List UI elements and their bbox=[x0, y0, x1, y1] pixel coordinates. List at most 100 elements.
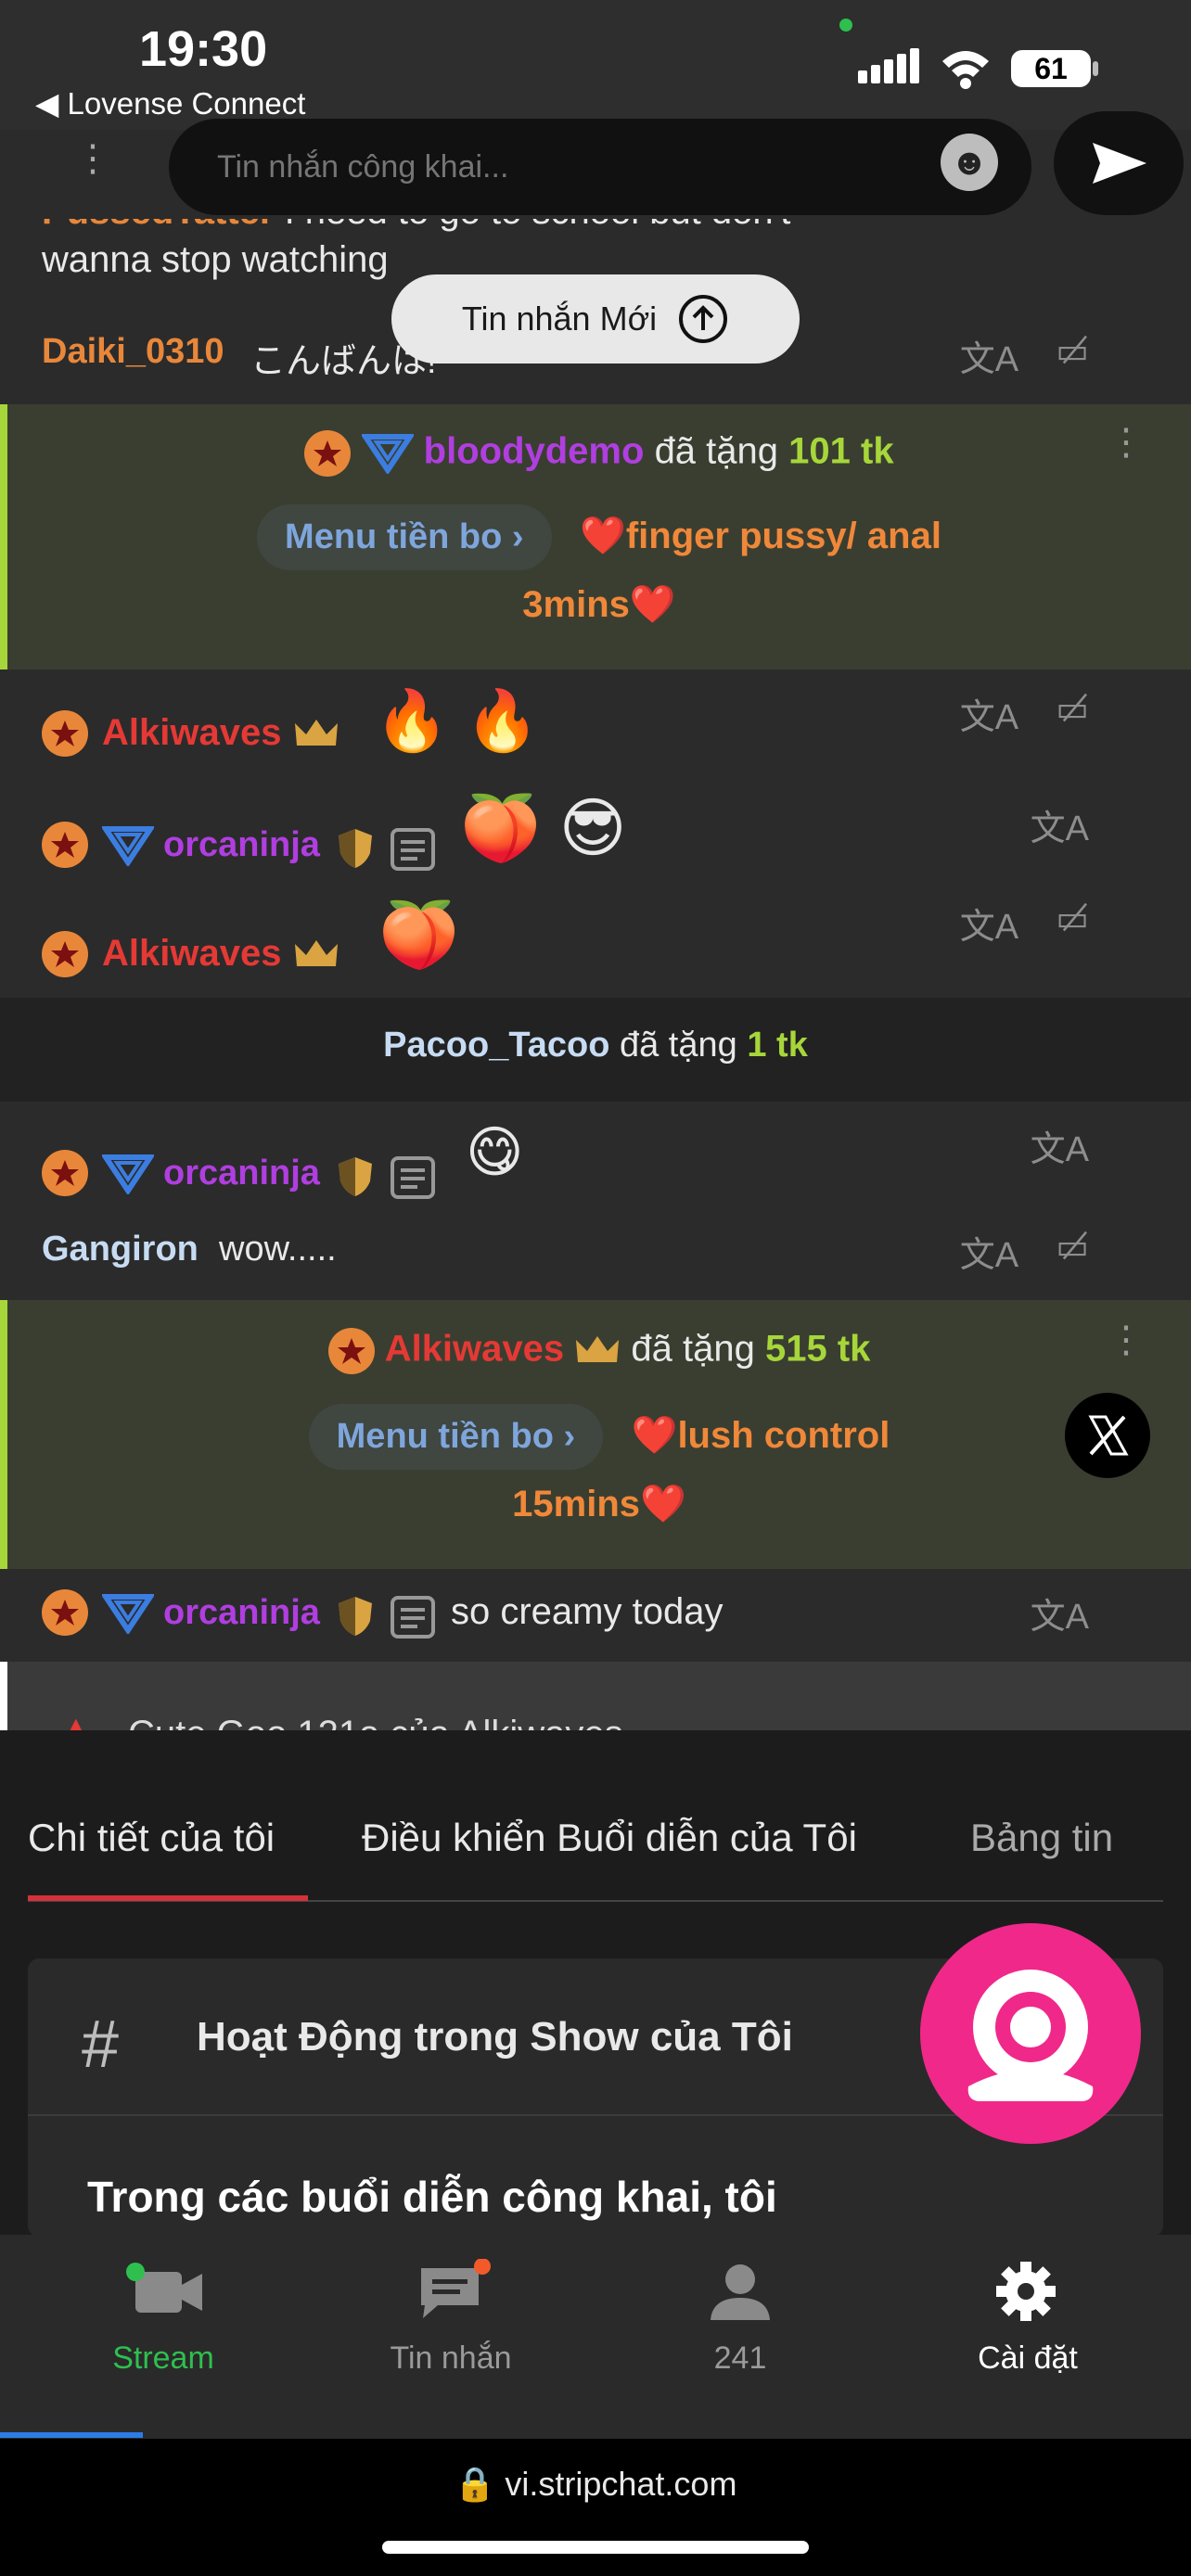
card-title: Hoạt Động trong Show của Tôi bbox=[197, 2014, 793, 2060]
username[interactable]: orcaninja bbox=[163, 1593, 320, 1633]
chevron-right-icon: › bbox=[511, 517, 524, 556]
translate-icon[interactable]: 文A bbox=[960, 898, 1018, 949]
tip-amount: 1 tk bbox=[747, 1026, 808, 1065]
tip-verb: đã tặng bbox=[631, 1328, 755, 1370]
chat-message: orcaninja so creamy today 文A bbox=[0, 1569, 1191, 1658]
message-actions: 文A bbox=[1031, 1120, 1089, 1171]
tip-item-duration: 15mins❤️ bbox=[512, 1484, 686, 1524]
wifi-icon bbox=[942, 51, 989, 89]
nav-stream-label: Stream bbox=[112, 2340, 214, 2376]
message-more-button[interactable]: ⋮ bbox=[1108, 421, 1145, 464]
webcam-icon bbox=[967, 1970, 1094, 2101]
crown-icon bbox=[576, 1336, 620, 1362]
translate-icon[interactable]: 文A bbox=[960, 688, 1018, 739]
tip-menu-button[interactable]: Menu tiền bo › bbox=[257, 504, 552, 570]
chat-icon bbox=[421, 2258, 491, 2318]
note-icon bbox=[391, 828, 435, 871]
tip-verb: đã tặng bbox=[654, 430, 779, 472]
tip-verb: đã tặng bbox=[619, 1026, 737, 1065]
chat-message: Alkiwaves 🔥 🔥 文A ▭̸ bbox=[0, 670, 1191, 781]
address-bar[interactable]: 🔒 vi.stripchat.com bbox=[0, 2465, 1191, 2504]
tab-my-details[interactable]: Chi tiết của tôi bbox=[28, 1816, 275, 1860]
crown-icon bbox=[295, 940, 338, 966]
message-emoji: 😋 bbox=[466, 1121, 524, 1183]
username[interactable]: orcaninja bbox=[163, 825, 320, 865]
username[interactable]: PussedTatter bbox=[42, 219, 274, 232]
tip-menu-label: Menu tiền bo bbox=[336, 1417, 554, 1456]
hide-message-icon[interactable]: ▭̸ bbox=[1056, 898, 1089, 949]
username[interactable]: Alkiwaves bbox=[385, 1329, 564, 1370]
nav-messages[interactable] bbox=[358, 2258, 544, 2328]
star-badge-icon bbox=[42, 710, 88, 757]
lock-icon: 🔒 bbox=[454, 2465, 496, 2503]
hash-icon: # bbox=[82, 2008, 120, 2082]
username[interactable]: Gangiron bbox=[42, 1230, 198, 1269]
translate-icon[interactable]: 文A bbox=[960, 1226, 1018, 1277]
username[interactable]: Pacoo_Tacoo bbox=[383, 1026, 609, 1065]
public-message-input[interactable] bbox=[169, 119, 1031, 215]
triangle-badge-icon bbox=[102, 1594, 154, 1634]
chat-message: Gangiron wow..... 文A ▭̸ bbox=[0, 1217, 1191, 1296]
tip-item-text: ❤️finger pussy/ anal bbox=[580, 516, 941, 556]
message-more-button[interactable]: ⋮ bbox=[1108, 1319, 1145, 1361]
webcam-fab-button[interactable] bbox=[920, 1923, 1141, 2144]
star-badge-icon bbox=[42, 822, 88, 868]
star-badge-icon bbox=[42, 1150, 88, 1196]
new-messages-button[interactable]: Tin nhắn Mới bbox=[391, 274, 800, 363]
hide-message-icon[interactable]: ▭̸ bbox=[1056, 688, 1089, 739]
username[interactable]: bloodydemo bbox=[424, 431, 645, 472]
message-text: wow..... bbox=[219, 1230, 337, 1269]
username[interactable]: Alkiwaves bbox=[102, 712, 281, 754]
nav-users[interactable] bbox=[647, 2259, 833, 2328]
note-icon bbox=[391, 1156, 435, 1199]
tab-show-controls[interactable]: Điều khiển Buổi diễn của Tôi bbox=[362, 1816, 857, 1860]
message-text: so creamy today bbox=[451, 1591, 724, 1632]
hide-message-icon[interactable]: ▭̸ bbox=[1056, 1226, 1089, 1277]
send-button[interactable] bbox=[1054, 111, 1184, 215]
lovense-icon: ▲ bbox=[58, 1708, 95, 1730]
chat-message: orcaninja 🍑 😎 文A bbox=[0, 781, 1191, 888]
star-badge-icon bbox=[304, 430, 352, 477]
chat-list[interactable]: PussedTatter I need to go to school but … bbox=[0, 219, 1191, 1730]
nav-users-label: 241 bbox=[713, 2340, 767, 2376]
chat-notice: ▲ Cute Goo 121a của Alkiwaves bbox=[0, 1662, 1191, 1730]
message-actions: 文A bbox=[1031, 1588, 1089, 1639]
tip-menu-message: bloodydemo đã tặng 101 tk Menu tiền bo ›… bbox=[0, 404, 1191, 670]
translate-icon[interactable]: 文A bbox=[1031, 799, 1089, 850]
home-indicator[interactable] bbox=[382, 2541, 809, 2554]
message-emoji: 🍑 bbox=[378, 899, 460, 971]
star-badge-icon bbox=[42, 1589, 88, 1636]
translate-icon[interactable]: 文A bbox=[1031, 1120, 1089, 1171]
shield-icon bbox=[339, 1157, 372, 1196]
close-x-button[interactable] bbox=[1065, 1393, 1150, 1478]
emoji-button[interactable]: ☻ bbox=[941, 134, 998, 191]
battery-cap bbox=[1093, 61, 1098, 76]
username[interactable]: Alkiwaves bbox=[102, 933, 281, 975]
back-to-app-link[interactable]: ◀ Lovense Connect bbox=[35, 85, 305, 121]
username[interactable]: orcaninja bbox=[163, 1154, 320, 1193]
tab-feed[interactable]: Bảng tin bbox=[970, 1816, 1113, 1860]
active-tab-underline bbox=[28, 1895, 308, 1901]
tip-item-text: ❤️lush control bbox=[631, 1415, 890, 1456]
nav-stream[interactable] bbox=[70, 2259, 256, 2328]
tip-menu-button[interactable]: Menu tiền bo › bbox=[308, 1404, 604, 1470]
message-actions: 文A bbox=[1031, 799, 1089, 850]
message-actions: 文A ▭̸ bbox=[960, 1226, 1089, 1277]
hide-message-icon[interactable]: ▭̸ bbox=[1056, 330, 1089, 381]
chat-message: orcaninja 😋 文A bbox=[0, 1102, 1191, 1217]
translate-icon[interactable]: 文A bbox=[1031, 1588, 1089, 1639]
composer-more-button[interactable]: ⋮ bbox=[74, 137, 111, 193]
video-camera-icon bbox=[126, 2263, 202, 2313]
crown-icon bbox=[295, 720, 338, 746]
tip-menu-message: Alkiwaves đã tặng 515 tk Menu tiền bo › … bbox=[0, 1300, 1191, 1569]
privacy-indicator-dot bbox=[839, 19, 852, 32]
tip-amount: 101 tk bbox=[788, 430, 894, 472]
new-messages-label: Tin nhắn Mới bbox=[461, 300, 658, 338]
triangle-badge-icon bbox=[102, 826, 154, 866]
nav-messages-label: Tin nhắn bbox=[390, 2340, 512, 2376]
username[interactable]: Daiki_0310 bbox=[42, 332, 224, 372]
card-subtitle: Trong các buổi diễn công khai, tôi bbox=[87, 2173, 777, 2221]
nav-settings[interactable] bbox=[933, 2259, 1119, 2328]
message-emoji: 🍑 😎 bbox=[460, 792, 627, 864]
translate-icon[interactable]: 文A bbox=[960, 330, 1018, 381]
